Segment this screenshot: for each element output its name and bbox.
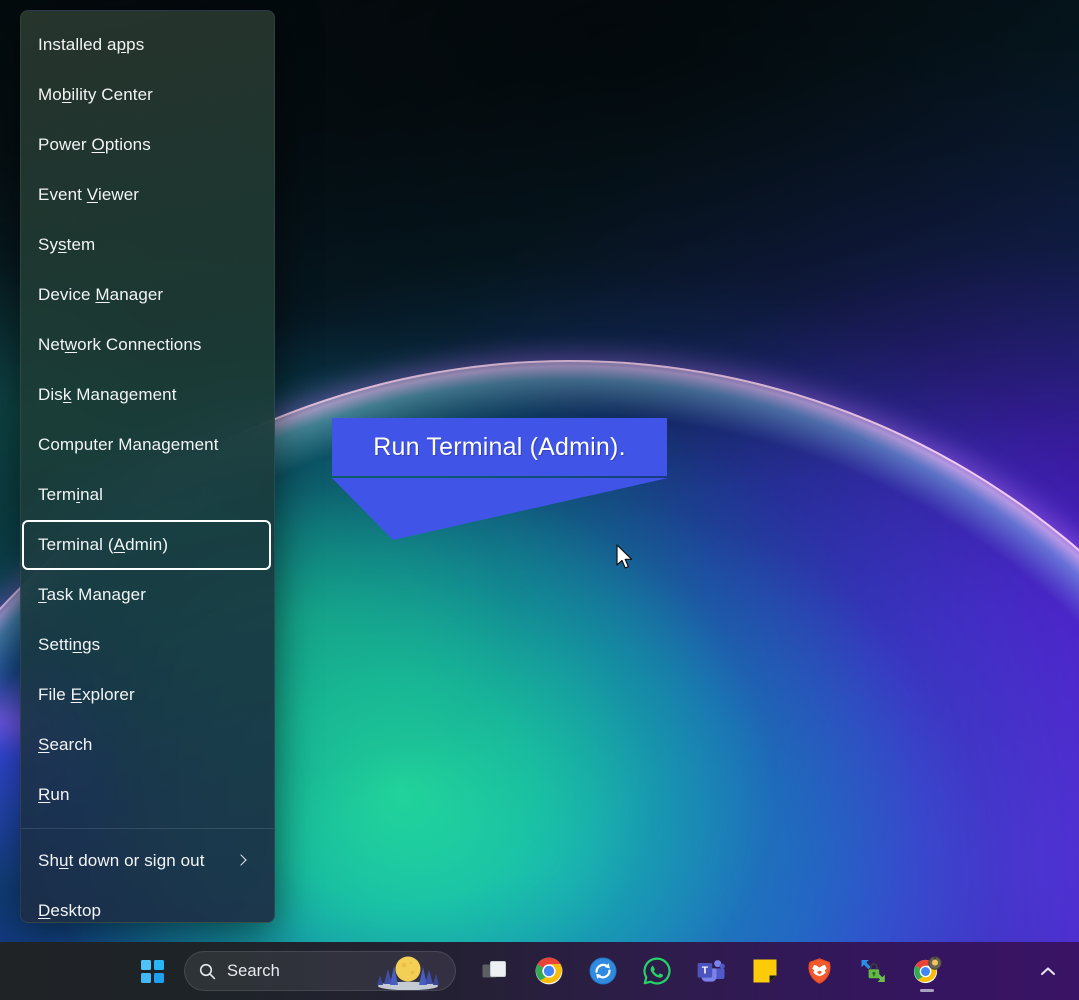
task-view-icon (482, 961, 506, 978)
menu-item-label: Event Viewer (38, 185, 140, 204)
whatsapp-icon (643, 957, 671, 985)
menu-item-computer-management[interactable]: Computer Management (21, 420, 274, 470)
menu-item-settings[interactable]: Settings (21, 620, 274, 670)
moon-and-trees-illustration (377, 956, 439, 990)
menu-item-label: Terminal (38, 485, 104, 504)
taskbar-item-edge-sync[interactable] (581, 949, 625, 993)
menu-item-task-manager[interactable]: Task Manager (21, 570, 274, 620)
menu-item-label: Search (38, 735, 93, 754)
menu-item-label: Settings (38, 635, 101, 654)
menu-item-label: Task Manager (38, 585, 146, 604)
power-user-menu[interactable]: Installed apps Mobility Center Power Optio… (20, 10, 275, 923)
lock-transfer-icon (861, 960, 885, 982)
menu-item-label: Network Connections (38, 335, 202, 354)
menu-item-terminal-admin[interactable]: Terminal (Admin) (21, 520, 274, 570)
menu-item-terminal[interactable]: Terminal (21, 470, 274, 520)
search-icon (199, 963, 216, 979)
menu-item-label: Run (38, 785, 70, 804)
taskbar-item-whatsapp[interactable] (635, 949, 679, 993)
callout-bubble: Run Terminal (Admin). (332, 418, 667, 476)
desktop-screen: Installed apps Mobility Center Power Optio… (0, 0, 1079, 1000)
menu-item-label: Disk Management (38, 385, 177, 404)
sticky-note-icon (753, 959, 777, 983)
taskbar-app-list[interactable]: T (473, 949, 949, 993)
chevron-up-icon (1040, 966, 1056, 975)
menu-item-run[interactable]: Run (21, 770, 274, 820)
taskbar-item-task-view[interactable] (473, 949, 517, 993)
taskbar-item-microsoft-teams[interactable]: T (689, 949, 733, 993)
brave-lion-icon (807, 958, 831, 984)
menu-item-shut-down-or-sign-out[interactable]: Shut down or sign out (21, 836, 274, 886)
menu-item-desktop[interactable]: Desktop (21, 886, 274, 922)
taskbar-item-chrome-window[interactable] (905, 949, 949, 993)
menu-item-disk-management[interactable]: Disk Management (21, 370, 274, 420)
start-button[interactable] (130, 949, 174, 993)
windows-logo-icon (140, 959, 164, 983)
menu-item-label: Installed apps (38, 35, 145, 54)
menu-item-device-manager[interactable]: Device Manager (21, 270, 274, 320)
edge-circle-icon (589, 957, 617, 985)
menu-item-label: File Explorer (38, 685, 135, 704)
menu-item-label: Shut down or sign out (38, 851, 205, 870)
menu-item-installed-apps[interactable]: Installed apps (21, 20, 274, 70)
menu-item-label: Mobility Center (38, 85, 153, 104)
menu-item-file-explorer[interactable]: File Explorer (21, 670, 274, 720)
svg-text:T: T (702, 965, 709, 977)
taskbar-item-sticky-notes[interactable] (743, 949, 787, 993)
menu-item-label: System (38, 235, 96, 254)
menu-item-label: Power Options (38, 135, 151, 154)
chrome-badge-icon (913, 956, 942, 984)
menu-item-label: Terminal (Admin) (38, 535, 169, 554)
taskbar-tray[interactable] (1029, 951, 1079, 991)
menu-item-system[interactable]: System (21, 220, 274, 270)
taskbar-item-file-transfer[interactable] (851, 949, 895, 993)
taskbar[interactable]: Search T (0, 942, 1079, 1000)
chevron-right-icon (236, 855, 248, 867)
chrome-icon (535, 957, 563, 985)
menu-item-label: Desktop (38, 901, 102, 920)
callout-text: Run Terminal (Admin). (373, 432, 626, 461)
search-placeholder: Search (227, 961, 280, 980)
menu-item-event-viewer[interactable]: Event Viewer (21, 170, 274, 220)
taskbar-item-brave-browser[interactable] (797, 949, 841, 993)
menu-item-network-connections[interactable]: Network Connections (21, 320, 274, 370)
teams-icon: T (697, 960, 725, 982)
menu-separator (21, 828, 274, 829)
menu-item-search[interactable]: Search (21, 720, 274, 770)
menu-item-label: Computer Management (38, 435, 219, 454)
search-input[interactable]: Search (184, 951, 456, 991)
menu-item-label: Device Manager (38, 285, 164, 304)
menu-item-mobility-center[interactable]: Mobility Center (21, 70, 274, 120)
show-hidden-icons-button[interactable] (1029, 951, 1067, 991)
menu-item-power-options[interactable]: Power Options (21, 120, 274, 170)
taskbar-item-google-chrome[interactable] (527, 949, 571, 993)
